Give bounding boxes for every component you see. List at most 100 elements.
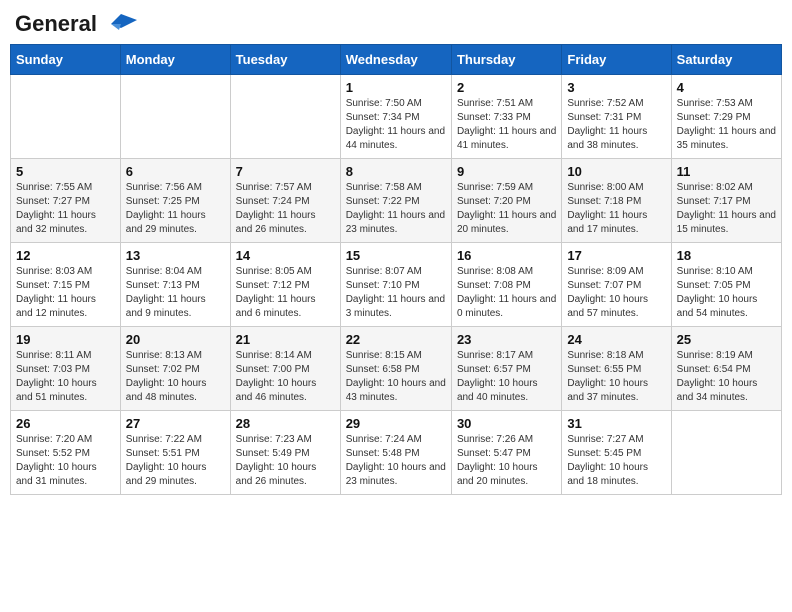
day-info: Sunrise: 8:18 AMSunset: 6:55 PMDaylight:… [567,349,665,405]
calendar-cell: 15 Sunrise: 8:07 AMSunset: 7:10 PMDayligh… [340,243,451,327]
day-info: Sunrise: 7:50 AMSunset: 7:34 PMDaylight:… [346,97,446,153]
day-info: Sunrise: 7:22 AMSunset: 5:51 PMDaylight:… [126,433,225,489]
day-of-week-tuesday: Tuesday [230,45,340,75]
day-number: 13 [126,248,225,263]
calendar-cell: 17 Sunrise: 8:09 AMSunset: 7:07 PMDayligh… [562,243,671,327]
day-number: 31 [567,416,665,431]
calendar-cell: 24 Sunrise: 8:18 AMSunset: 6:55 PMDayligh… [562,327,671,411]
logo-text-general: General [15,11,97,37]
calendar-cell: 5Sunrise: 7:55 AMSunset: 7:27 PMDaylight… [11,159,121,243]
day-info: Sunrise: 7:20 AMSunset: 5:52 PMDaylight:… [16,433,115,489]
calendar-cell: 28 Sunrise: 7:23 AMSunset: 5:49 PMDayligh… [230,411,340,495]
calendar-cell: 19Sunrise: 8:11 AMSunset: 7:03 PMDayligh… [11,327,121,411]
day-number: 22 [346,332,446,347]
calendar-cell: 20 Sunrise: 8:13 AMSunset: 7:02 PMDayligh… [120,327,230,411]
day-number: 3 [567,80,665,95]
calendar-cell: 22 Sunrise: 8:15 AMSunset: 6:58 PMDayligh… [340,327,451,411]
calendar-cell: 25 Sunrise: 8:19 AMSunset: 6:54 PMDayligh… [671,327,781,411]
calendar-cell: 30 Sunrise: 7:26 AMSunset: 5:47 PMDayligh… [451,411,561,495]
calendar-week-1: 1 Sunrise: 7:50 AMSunset: 7:34 PMDaylight… [11,75,782,159]
day-info: Sunrise: 8:04 AMSunset: 7:13 PMDaylight:… [126,265,225,321]
day-number: 17 [567,248,665,263]
day-info: Sunrise: 8:10 AMSunset: 7:05 PMDaylight:… [677,265,776,321]
day-number: 30 [457,416,556,431]
day-number: 7 [236,164,335,179]
page-header: General [10,10,782,34]
day-info: Sunrise: 7:26 AMSunset: 5:47 PMDaylight:… [457,433,556,489]
calendar-cell: 29 Sunrise: 7:24 AMSunset: 5:48 PMDayligh… [340,411,451,495]
day-number: 2 [457,80,556,95]
calendar-week-3: 12 Sunrise: 8:03 AMSunset: 7:15 PMDayligh… [11,243,782,327]
calendar-cell: 14 Sunrise: 8:05 AMSunset: 7:12 PMDayligh… [230,243,340,327]
day-of-week-sunday: Sunday [11,45,121,75]
calendar-cell: 4 Sunrise: 7:53 AMSunset: 7:29 PMDaylight… [671,75,781,159]
day-info: Sunrise: 7:55 AMSunset: 7:27 PMDaylight:… [16,181,115,237]
day-info: Sunrise: 8:17 AMSunset: 6:57 PMDaylight:… [457,349,556,405]
day-number: 6 [126,164,225,179]
day-of-week-saturday: Saturday [671,45,781,75]
day-number: 14 [236,248,335,263]
day-info: Sunrise: 8:05 AMSunset: 7:12 PMDaylight:… [236,265,335,321]
day-info: Sunrise: 8:14 AMSunset: 7:00 PMDaylight:… [236,349,335,405]
day-info: Sunrise: 7:51 AMSunset: 7:33 PMDaylight:… [457,97,556,153]
calendar-cell: 13 Sunrise: 8:04 AMSunset: 7:13 PMDayligh… [120,243,230,327]
day-number: 26 [16,416,115,431]
day-info: Sunrise: 7:24 AMSunset: 5:48 PMDaylight:… [346,433,446,489]
day-number: 23 [457,332,556,347]
day-number: 18 [677,248,776,263]
calendar-cell: 18 Sunrise: 8:10 AMSunset: 7:05 PMDayligh… [671,243,781,327]
day-number: 11 [677,164,776,179]
day-number: 27 [126,416,225,431]
calendar-cell: 6Sunrise: 7:56 AMSunset: 7:25 PMDaylight… [120,159,230,243]
calendar-cell: 9 Sunrise: 7:59 AMSunset: 7:20 PMDaylight… [451,159,561,243]
logo-bird-icon [101,10,137,38]
calendar-cell: 31 Sunrise: 7:27 AMSunset: 5:45 PMDayligh… [562,411,671,495]
day-info: Sunrise: 7:52 AMSunset: 7:31 PMDaylight:… [567,97,665,153]
calendar-cell: 26 Sunrise: 7:20 AMSunset: 5:52 PMDayligh… [11,411,121,495]
day-number: 8 [346,164,446,179]
calendar-cell: 27 Sunrise: 7:22 AMSunset: 5:51 PMDayligh… [120,411,230,495]
calendar-cell [11,75,121,159]
day-number: 28 [236,416,335,431]
day-info: Sunrise: 8:07 AMSunset: 7:10 PMDaylight:… [346,265,446,321]
day-info: Sunrise: 8:19 AMSunset: 6:54 PMDaylight:… [677,349,776,405]
day-number: 15 [346,248,446,263]
day-info: Sunrise: 8:02 AMSunset: 7:17 PMDaylight:… [677,181,776,237]
day-info: Sunrise: 7:27 AMSunset: 5:45 PMDaylight:… [567,433,665,489]
calendar-week-4: 19Sunrise: 8:11 AMSunset: 7:03 PMDayligh… [11,327,782,411]
calendar-cell: 3 Sunrise: 7:52 AMSunset: 7:31 PMDaylight… [562,75,671,159]
day-info: Sunrise: 7:23 AMSunset: 5:49 PMDaylight:… [236,433,335,489]
logo: General [15,10,137,34]
calendar-week-2: 5Sunrise: 7:55 AMSunset: 7:27 PMDaylight… [11,159,782,243]
day-info: Sunrise: 8:15 AMSunset: 6:58 PMDaylight:… [346,349,446,405]
calendar-cell: 11 Sunrise: 8:02 AMSunset: 7:17 PMDayligh… [671,159,781,243]
day-of-week-wednesday: Wednesday [340,45,451,75]
calendar-cell: 10Sunrise: 8:00 AMSunset: 7:18 PMDayligh… [562,159,671,243]
calendar-header-row: SundayMondayTuesdayWednesdayThursdayFrid… [11,45,782,75]
day-number: 25 [677,332,776,347]
day-info: Sunrise: 8:11 AMSunset: 7:03 PMDaylight:… [16,349,115,405]
calendar-cell [120,75,230,159]
calendar-cell [230,75,340,159]
calendar-cell: 2 Sunrise: 7:51 AMSunset: 7:33 PMDaylight… [451,75,561,159]
calendar-week-5: 26 Sunrise: 7:20 AMSunset: 5:52 PMDayligh… [11,411,782,495]
day-info: Sunrise: 8:00 AMSunset: 7:18 PMDaylight:… [567,181,665,237]
day-number: 1 [346,80,446,95]
day-info: Sunrise: 8:03 AMSunset: 7:15 PMDaylight:… [16,265,115,321]
day-number: 20 [126,332,225,347]
day-number: 29 [346,416,446,431]
calendar-cell: 23 Sunrise: 8:17 AMSunset: 6:57 PMDayligh… [451,327,561,411]
day-number: 24 [567,332,665,347]
day-info: Sunrise: 7:53 AMSunset: 7:29 PMDaylight:… [677,97,776,153]
day-number: 12 [16,248,115,263]
day-of-week-thursday: Thursday [451,45,561,75]
calendar-cell: 8Sunrise: 7:58 AMSunset: 7:22 PMDaylight… [340,159,451,243]
day-number: 9 [457,164,556,179]
day-info: Sunrise: 8:09 AMSunset: 7:07 PMDaylight:… [567,265,665,321]
day-info: Sunrise: 8:13 AMSunset: 7:02 PMDaylight:… [126,349,225,405]
day-number: 4 [677,80,776,95]
day-info: Sunrise: 7:59 AMSunset: 7:20 PMDaylight:… [457,181,556,237]
calendar-cell: 16Sunrise: 8:08 AMSunset: 7:08 PMDayligh… [451,243,561,327]
calendar-cell: 12 Sunrise: 8:03 AMSunset: 7:15 PMDayligh… [11,243,121,327]
calendar-cell: 1 Sunrise: 7:50 AMSunset: 7:34 PMDaylight… [340,75,451,159]
